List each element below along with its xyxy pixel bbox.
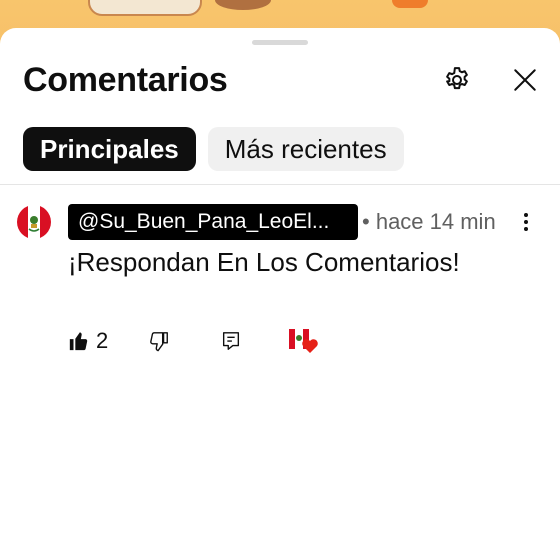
comment-text: ¡Respondan En Los Comentarios! [68,247,460,277]
thumb-up-icon [69,332,88,351]
creator-heart-icon [289,329,318,353]
chip-mas-recientes[interactable]: Más recientes [207,127,404,171]
drag-handle[interactable] [252,40,308,45]
comment-meta: • hace 14 min [362,209,496,235]
peru-flag-avatar-icon [17,205,51,239]
like-button[interactable]: 2 [68,326,108,356]
comments-panel: Comentarios Principales Más recientes @S… [0,28,560,560]
avatar[interactable] [17,205,51,239]
close-button[interactable] [505,60,545,100]
comment-author[interactable]: @Su_Buen_Pana_LeoEl... [68,204,358,240]
reply-icon [222,332,240,350]
chip-principales[interactable]: Principales [23,127,196,171]
more-options-button[interactable] [512,206,540,238]
panel-title: Comentarios [23,61,228,99]
video-frame-shape [392,0,428,8]
reply-button[interactable] [220,326,242,356]
sort-chips: Principales Más recientes [23,127,404,171]
creator-heart-badge [288,326,320,356]
gear-icon [446,67,468,90]
comment-time: hace 14 min [375,209,496,234]
thumb-down-icon [150,332,168,352]
settings-button[interactable] [437,60,477,100]
video-frame-shape [215,0,271,10]
video-frame-shape [88,0,202,16]
more-vert-icon [524,213,528,231]
close-icon [514,69,536,91]
meta-separator: • [362,209,370,234]
divider [0,184,560,185]
dislike-button[interactable] [148,326,170,356]
like-count: 2 [96,328,109,353]
